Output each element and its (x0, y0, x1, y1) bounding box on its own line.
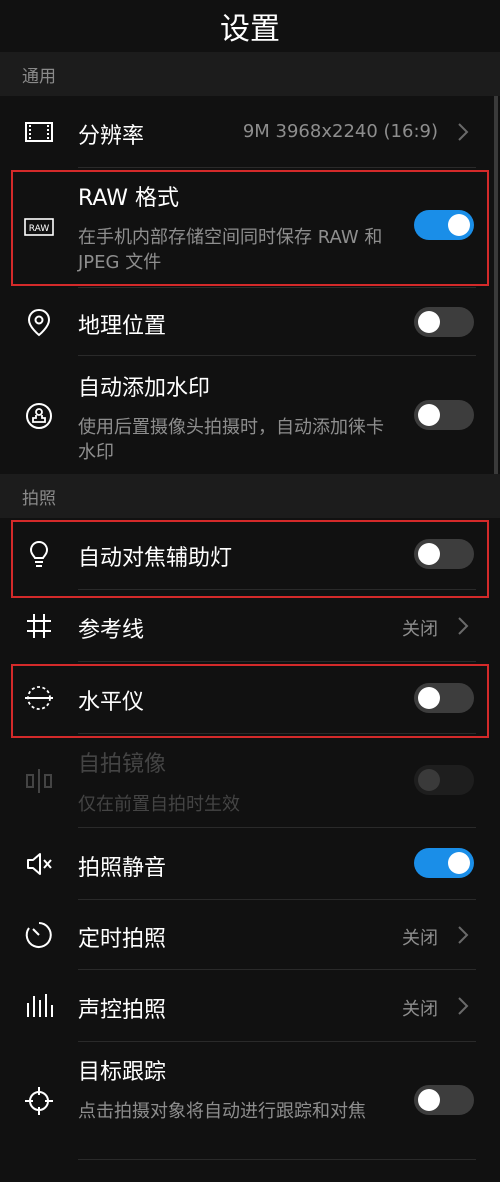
setting-title: 地理位置 (78, 314, 167, 339)
setting-subtitle: 点击拍摄对象将自动进行跟踪和对焦 (78, 1101, 366, 1122)
chevron-right-icon (456, 996, 470, 1016)
speaker-mute-icon (24, 849, 54, 879)
mute-toggle[interactable] (414, 848, 474, 878)
setting-row-mirror: 自拍镜像 仅在前置自拍时生效 (0, 734, 500, 828)
watermark-toggle[interactable] (414, 400, 474, 430)
section-header-general: 通用 (0, 52, 500, 96)
divider (78, 1159, 476, 1160)
section-header-photo: 拍照 (0, 474, 500, 518)
timer-icon (24, 920, 54, 950)
raw-icon: RAW (24, 212, 54, 242)
setting-row-watermark[interactable]: 自动添加水印 使用后置摄像头拍摄时，自动添加徕卡水印 (0, 356, 500, 474)
setting-row-raw[interactable]: RAW RAW 格式 在手机内部存储空间同时保存 RAW 和 JPEG 文件 (0, 168, 500, 288)
setting-value: 关闭 (402, 928, 438, 949)
setting-title: RAW 格式 (78, 186, 179, 211)
mirror-toggle (414, 765, 474, 795)
setting-row-resolution[interactable]: 分辨率 9M 3968x2240 (16:9) (0, 96, 500, 168)
setting-title: 目标跟踪 (78, 1060, 167, 1085)
lightbulb-icon (24, 539, 54, 569)
setting-subtitle: 使用后置摄像头拍摄时，自动添加徕卡水印 (78, 417, 384, 463)
setting-title: 自拍镜像 (78, 752, 167, 777)
setting-title: 分辨率 (78, 124, 145, 149)
setting-title: 定时拍照 (78, 927, 167, 952)
setting-value: 关闭 (402, 619, 438, 640)
setting-row-location[interactable]: 地理位置 (0, 288, 500, 356)
stamp-icon (24, 401, 54, 431)
setting-title: 参考线 (78, 618, 145, 643)
chevron-right-icon (456, 122, 470, 142)
setting-value: 9M 3968x2240 (16:9) (242, 121, 438, 142)
raw-toggle[interactable] (414, 210, 474, 240)
level-toggle[interactable] (414, 683, 474, 713)
tracking-toggle[interactable] (414, 1085, 474, 1115)
setting-title: 拍照静音 (78, 856, 167, 881)
sound-bars-icon (24, 991, 54, 1021)
setting-value: 关闭 (402, 999, 438, 1020)
setting-row-grid[interactable]: 参考线 关闭 (0, 590, 500, 662)
page-title: 设置 (0, 0, 500, 52)
level-icon (24, 683, 54, 713)
setting-row-mute[interactable]: 拍照静音 (0, 828, 500, 900)
setting-subtitle: 仅在前置自拍时生效 (78, 794, 240, 815)
svg-text:RAW: RAW (29, 224, 50, 234)
film-frame-icon (24, 117, 54, 147)
setting-row-voice[interactable]: 声控拍照 关闭 (0, 970, 500, 1042)
chevron-right-icon (456, 925, 470, 945)
mirror-icon (24, 766, 54, 796)
setting-title: 自动对焦辅助灯 (78, 546, 233, 571)
chevron-right-icon (456, 616, 470, 636)
setting-subtitle: 在手机内部存储空间同时保存 RAW 和 JPEG 文件 (78, 227, 383, 273)
setting-row-level[interactable]: 水平仪 (0, 662, 500, 734)
setting-title: 水平仪 (78, 690, 145, 715)
setting-row-timer[interactable]: 定时拍照 关闭 (0, 900, 500, 970)
setting-row-tracking[interactable]: 目标跟踪 点击拍摄对象将自动进行跟踪和对焦 (0, 1042, 500, 1160)
af-light-toggle[interactable] (414, 539, 474, 569)
crosshair-icon (24, 1086, 54, 1116)
location-toggle[interactable] (414, 307, 474, 337)
location-pin-icon (24, 307, 54, 337)
setting-title: 自动添加水印 (78, 376, 211, 401)
setting-title: 声控拍照 (78, 998, 167, 1023)
setting-row-af-light[interactable]: 自动对焦辅助灯 (0, 518, 500, 590)
grid-icon (24, 611, 54, 641)
